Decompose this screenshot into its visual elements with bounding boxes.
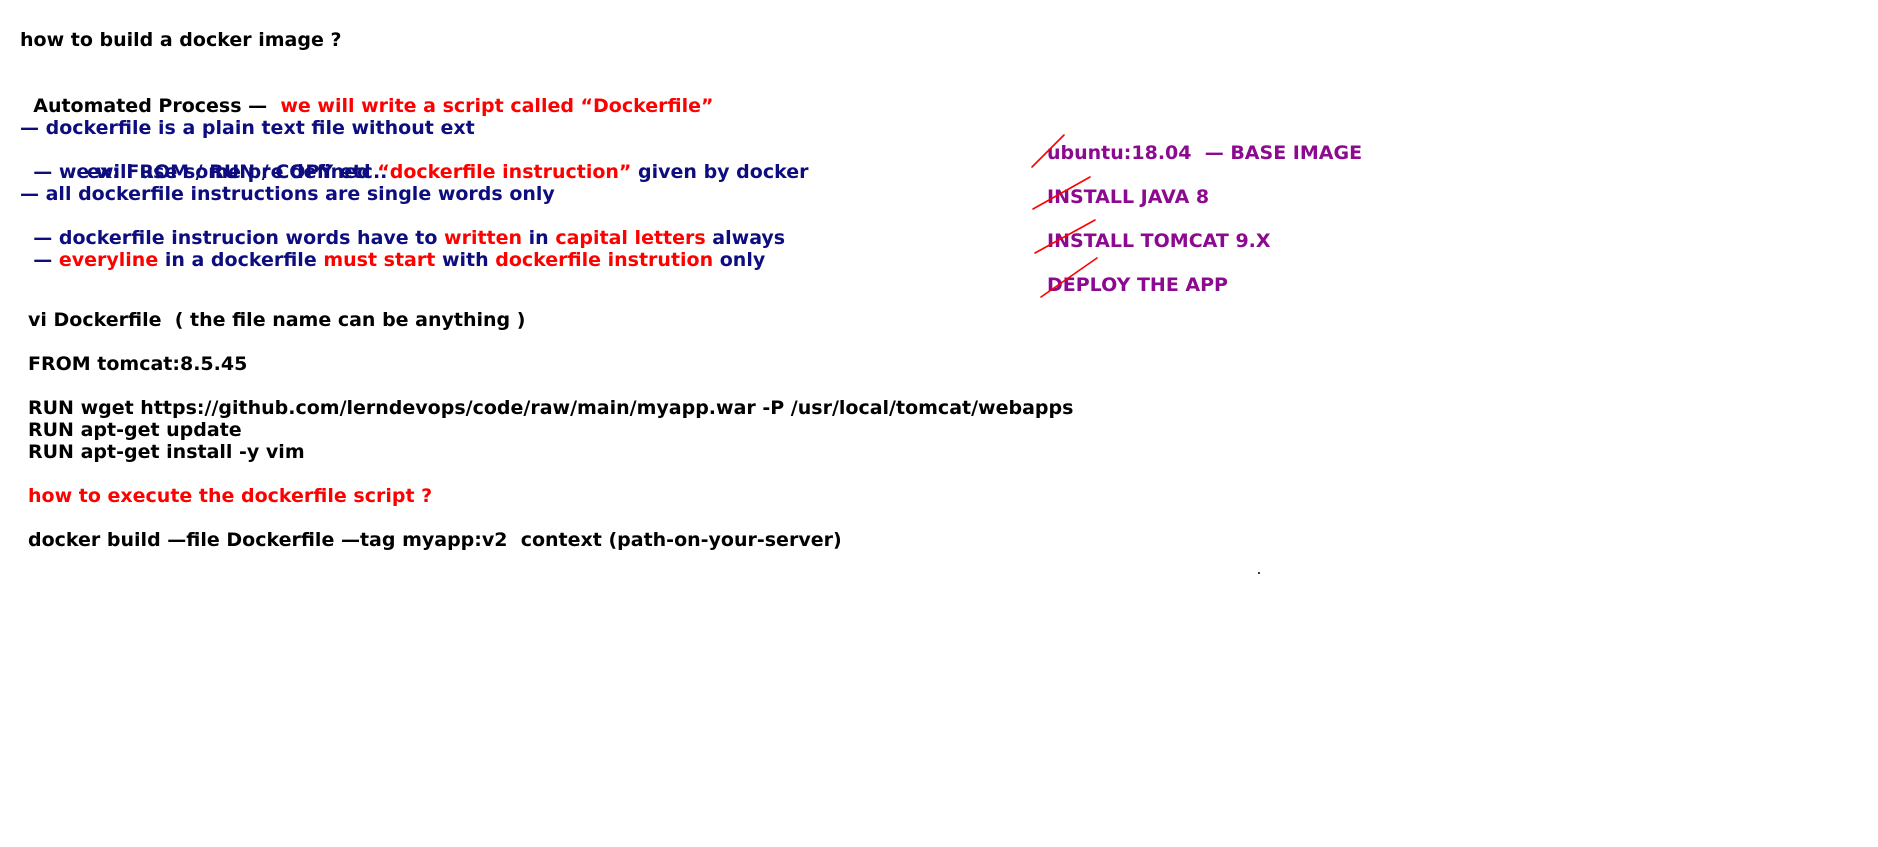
vi-dockerfile-line: vi Dockerfile ( the file name can be any… bbox=[28, 309, 526, 331]
docker-build-command: docker build —file Dockerfile —tag myapp… bbox=[28, 529, 842, 551]
run-wget-instruction: RUN wget https://github.com/lerndevops/c… bbox=[28, 397, 1074, 419]
from-instruction: FROM tomcat:8.5.45 bbox=[28, 353, 248, 375]
strike-mark-tomcat bbox=[1034, 219, 1096, 254]
run-install-instruction: RUN apt-get install -y vim bbox=[28, 441, 305, 463]
strike-mark-java bbox=[1032, 176, 1091, 210]
stray-dot bbox=[1258, 572, 1260, 574]
strike-mark-base-image bbox=[1031, 134, 1065, 168]
run-update-instruction: RUN apt-get update bbox=[28, 419, 242, 441]
execute-question: how to execute the dockerfile script ? bbox=[28, 485, 433, 507]
strike-mark-deploy bbox=[1040, 257, 1098, 298]
strike-marks bbox=[1031, 134, 1098, 298]
